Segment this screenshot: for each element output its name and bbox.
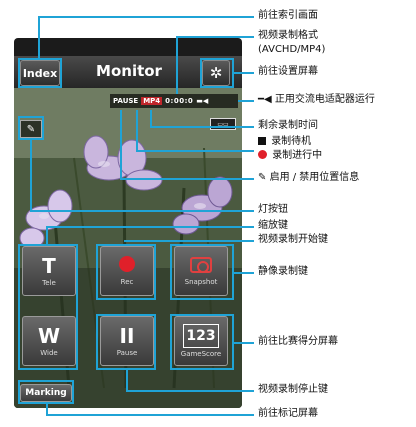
line-format-h <box>176 36 254 38</box>
callout-standby: 录制待机 <box>271 136 312 147</box>
highlight-zoom <box>18 244 78 370</box>
callout-format-line1: 视频录制格式 <box>258 30 318 41</box>
line-still <box>234 272 254 274</box>
callout-zoom: 缩放键 <box>258 220 288 231</box>
screen-title: Monitor <box>96 62 162 80</box>
callout-gamescore: 前往比赛得分屏幕 <box>258 336 338 347</box>
highlight-snapshot <box>170 244 234 300</box>
callout-remaining: 剩余录制时间 <box>258 120 318 131</box>
highlight-light <box>18 116 44 140</box>
format-badge: MP4 <box>141 97 163 105</box>
callout-still: 静像录制键 <box>258 266 308 277</box>
line-ac <box>238 100 254 102</box>
record-legend-icon <box>258 150 267 159</box>
callout-recording-row: 录制进行中 <box>258 150 322 162</box>
record-time: 0:00:0 <box>165 97 194 105</box>
line-location-v <box>120 110 122 178</box>
line-gamescore <box>234 342 254 344</box>
callout-light: 灯按钮 <box>258 204 288 215</box>
pause-legend-icon <box>258 137 266 145</box>
line-standby <box>136 150 254 152</box>
line-recstart <box>124 240 254 242</box>
ac-adapter-icon: ▬◀ <box>196 97 209 105</box>
highlight-pause <box>96 314 156 370</box>
line-index-h <box>38 16 254 18</box>
line-location <box>120 178 254 180</box>
callout-ac: 正用交流电适配器运行 <box>274 94 375 105</box>
callout-index: 前往索引画面 <box>258 10 318 21</box>
highlight-settings <box>200 58 234 88</box>
line-marking <box>46 414 254 416</box>
pause-indicator: PAUSE <box>113 97 139 105</box>
callout-location: 启用 / 禁用位置信息 <box>269 172 360 183</box>
callout-rec-stop: 视频录制停止键 <box>258 384 328 395</box>
callout-format-line2: (AVCHD/MP4) <box>258 44 326 55</box>
line-zoom <box>46 226 254 228</box>
line-light-v <box>30 140 32 210</box>
line-standby-v <box>136 110 138 150</box>
line-recstop-v <box>126 370 128 390</box>
highlight-index <box>18 58 62 88</box>
callout-settings: 前往设置屏幕 <box>258 66 318 77</box>
line-zoom-v <box>46 226 48 244</box>
callout-location-row: ✎ 启用 / 禁用位置信息 <box>258 172 359 184</box>
ac-adapter-legend-icon: ━◀ <box>258 94 272 105</box>
remaining-time-indicator: ▭▭ <box>210 118 236 130</box>
highlight-gamescore <box>170 314 234 370</box>
location-legend-icon: ✎ <box>258 172 267 183</box>
callout-rec-start: 视频录制开始键 <box>258 234 328 245</box>
line-remain <box>150 126 254 128</box>
line-format <box>176 36 178 94</box>
callout-marking: 前往标记屏幕 <box>258 408 318 419</box>
line-recstop <box>126 390 254 392</box>
highlight-rec <box>96 244 156 300</box>
line-light <box>30 210 254 212</box>
line-settings <box>234 72 254 74</box>
callout-recording: 录制进行中 <box>272 150 323 161</box>
callout-standby-row: 录制待机 <box>258 136 311 148</box>
line-index <box>38 16 40 58</box>
line-marking-v <box>46 404 48 414</box>
callout-ac-row: ━◀ 正用交流电适配器运行 <box>258 94 375 106</box>
line-remain-v <box>150 110 152 126</box>
status-bar: PAUSE MP4 0:00:0 ▬◀ <box>110 94 238 108</box>
highlight-marking <box>18 380 74 404</box>
